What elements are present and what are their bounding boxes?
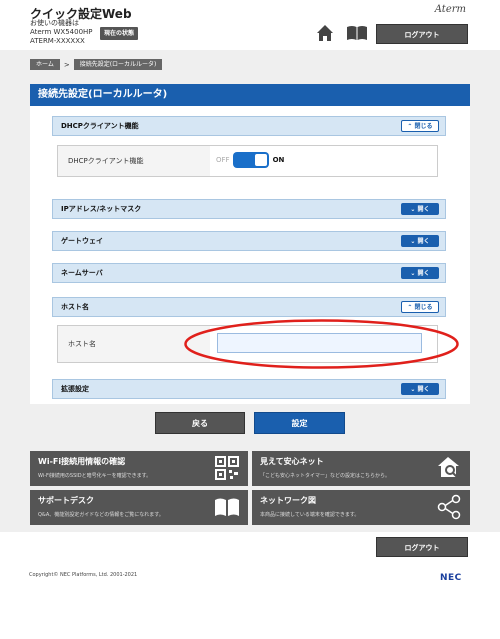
dhcp-row: DHCPクライアント機能 OFF ON — [57, 145, 438, 177]
section-ip-open-button[interactable]: ⌄ 開く — [401, 203, 439, 215]
tile-description: 「こども安心ネットタイマー」などの設定はこちらから。 — [260, 473, 391, 479]
section-hostname-header[interactable]: ホスト名 ⌃ 閉じる — [52, 297, 446, 317]
share-nodes-icon — [437, 494, 461, 520]
dhcp-toggle[interactable]: OFF ON — [216, 152, 284, 168]
logout-button-bottom[interactable]: ログアウト — [376, 537, 468, 557]
toggle-switch[interactable] — [232, 152, 269, 168]
tile-title: サポートデスク — [38, 496, 94, 505]
toggle-knob — [254, 154, 267, 166]
back-button[interactable]: 戻る — [155, 412, 245, 434]
toggle-off-label: OFF — [216, 156, 230, 164]
house-search-icon — [438, 457, 459, 478]
section-ip-title: IPアドレス/ネットマスク — [61, 205, 142, 213]
section-hostname-close-button[interactable]: ⌃ 閉じる — [401, 301, 439, 313]
tile-description: Q&A、機能別設定ガイドなどの情報をご覧になれます。 — [38, 512, 164, 518]
open-label: 開く — [417, 238, 430, 245]
header: クイック設定Web お使いの機器は Aterm WX5400HP ATERM-X… — [0, 0, 500, 50]
nec-logo: NEC — [440, 573, 462, 583]
section-dhcp-header[interactable]: DHCPクライアント機能 ⌃ 閉じる — [52, 116, 446, 136]
tile-support-desk[interactable]: サポートデスク Q&A、機能別設定ガイドなどの情報をご覧になれます。 — [30, 490, 248, 525]
copyright-text: Copyright© NEC Platforms, Ltd. 2001-2021 — [29, 572, 138, 578]
breadcrumb-current: 接続先設定(ローカルルータ) — [73, 59, 163, 70]
tile-description: Wi-Fi接続用のSSIDと暗号化キーを確認できます。 — [38, 473, 152, 479]
apply-settings-button[interactable]: 設定 — [254, 412, 345, 434]
page-title: 接続先設定(ローカルルータ) — [30, 84, 470, 106]
section-advanced-title: 拡張設定 — [61, 385, 89, 393]
qr-code-icon — [215, 456, 239, 480]
tile-title: Wi-Fi接続用情報の確認 — [38, 457, 126, 466]
section-nameserver-header[interactable]: ネームサーバ ⌄ 開く — [52, 263, 446, 283]
tile-title: 見えて安心ネット — [260, 457, 324, 466]
open-label: 開く — [417, 270, 430, 277]
hostname-row-label: ホスト名 — [58, 326, 210, 362]
manual-book-icon[interactable] — [346, 25, 368, 41]
section-ip-header[interactable]: IPアドレス/ネットマスク ⌄ 開く — [52, 199, 446, 219]
breadcrumb-separator: > — [63, 60, 70, 69]
open-label: 開く — [417, 206, 430, 213]
breadcrumb: ホーム > 接続先設定(ローカルルータ) — [30, 59, 163, 70]
tile-title: ネットワーク図 — [260, 496, 316, 505]
tile-network-map[interactable]: ネットワーク図 本商品に接続している端末を確認できます。 — [252, 490, 470, 525]
section-advanced-header[interactable]: 拡張設定 ⌄ 開く — [52, 379, 446, 399]
section-gateway-header[interactable]: ゲートウェイ ⌄ 開く — [52, 231, 446, 251]
section-gateway-open-button[interactable]: ⌄ 開く — [401, 235, 439, 247]
device-info: お使いの機器は Aterm WX5400HP ATERM-XXXXXX — [30, 19, 93, 46]
open-label: 開く — [417, 386, 430, 393]
tile-wifi-info[interactable]: Wi-Fi接続用情報の確認 Wi-Fi接続用のSSIDと暗号化キーを確認できます… — [30, 451, 248, 486]
section-dhcp-title: DHCPクライアント機能 — [61, 122, 139, 130]
close-label: 閉じる — [414, 123, 433, 130]
section-gateway-title: ゲートウェイ — [61, 237, 103, 245]
close-label: 閉じる — [414, 304, 433, 311]
section-nameserver-title: ネームサーバ — [61, 269, 103, 277]
hostname-input[interactable] — [217, 333, 422, 353]
dhcp-row-label: DHCPクライアント機能 — [58, 146, 210, 176]
toggle-on-label: ON — [272, 156, 285, 164]
section-dhcp-close-button[interactable]: ⌃ 閉じる — [401, 120, 439, 132]
aterm-logo: Aterm — [434, 4, 466, 15]
breadcrumb-home[interactable]: ホーム — [30, 59, 60, 70]
logout-button[interactable]: ログアウト — [376, 24, 468, 44]
section-hostname-title: ホスト名 — [61, 303, 89, 311]
home-icon[interactable] — [316, 24, 334, 42]
section-advanced-open-button[interactable]: ⌄ 開く — [401, 383, 439, 395]
device-model: Aterm WX5400HP — [30, 28, 93, 36]
current-status-button[interactable]: 現在の状態 — [100, 27, 138, 40]
tile-description: 本商品に接続している端末を確認できます。 — [260, 512, 360, 518]
device-info-line: お使いの機器は — [30, 19, 79, 27]
device-name: ATERM-XXXXXX — [30, 37, 85, 45]
tile-safety-net[interactable]: 見えて安心ネット 「こども安心ネットタイマー」などの設定はこちらから。 — [252, 451, 470, 486]
section-nameserver-open-button[interactable]: ⌄ 開く — [401, 267, 439, 279]
open-book-icon — [215, 498, 239, 516]
